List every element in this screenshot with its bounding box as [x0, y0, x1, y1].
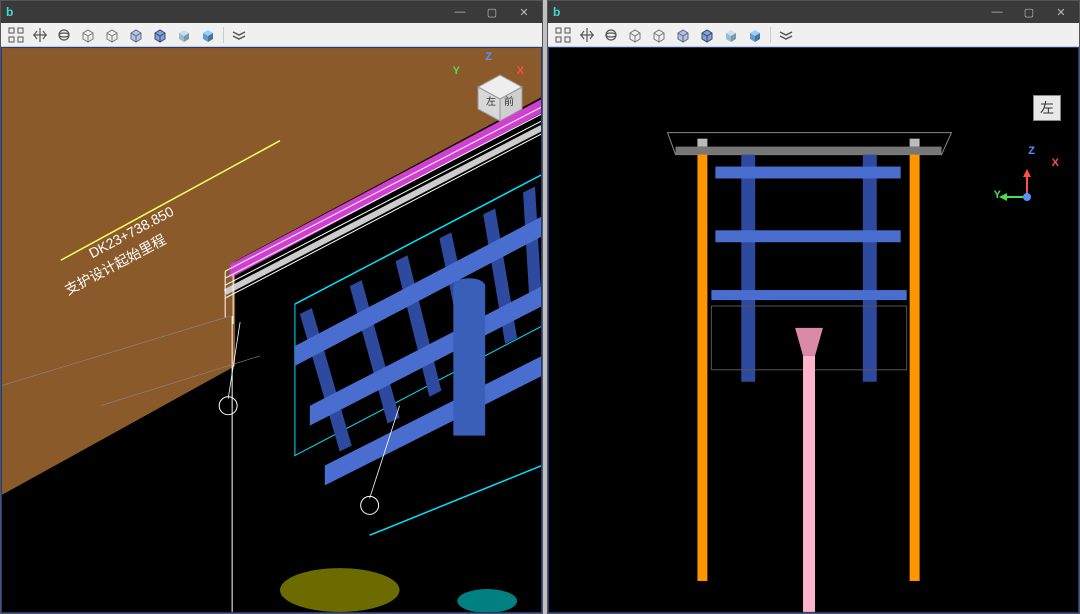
viewport-left[interactable]: 支护设计起始里程 DK23+738.850 左 前 Z Y X — [1, 47, 542, 613]
shade-cube-icon[interactable] — [674, 26, 692, 44]
axis-z: Z — [1028, 145, 1035, 157]
shade-cube2-icon[interactable] — [151, 26, 169, 44]
orbit-icon[interactable] — [55, 26, 73, 44]
orbit-icon[interactable] — [602, 26, 620, 44]
solid-cube-icon[interactable] — [722, 26, 740, 44]
solid-cube-blue-icon[interactable] — [199, 26, 217, 44]
titlebar-right: b — ▢ ✕ — [548, 1, 1079, 23]
pan-icon[interactable] — [31, 26, 49, 44]
wire-cube2-icon[interactable] — [103, 26, 121, 44]
grid-icon[interactable] — [554, 26, 572, 44]
close-button[interactable]: ✕ — [510, 3, 538, 21]
more-icon[interactable] — [777, 26, 795, 44]
viewport-right[interactable]: 左 Z Y X — [548, 47, 1079, 613]
minimize-button[interactable]: — — [983, 3, 1011, 21]
viewcube-left-face: 左 — [486, 95, 496, 108]
maximize-button[interactable]: ▢ — [478, 3, 506, 21]
solid-cube-blue-icon[interactable] — [746, 26, 764, 44]
axis-z: Z — [485, 51, 492, 63]
wire-cube-icon[interactable] — [79, 26, 97, 44]
svg-text:b: b — [553, 5, 560, 19]
pan-icon[interactable] — [578, 26, 596, 44]
axis-y: Y — [994, 189, 1001, 201]
shade-cube2-icon[interactable] — [698, 26, 716, 44]
wire-cube-icon[interactable] — [626, 26, 644, 44]
grid-icon[interactable] — [7, 26, 25, 44]
axis-triad-right — [997, 167, 1057, 232]
svg-text:b: b — [6, 5, 13, 19]
viewcube-left[interactable]: 左 前 — [472, 69, 520, 117]
maximize-button[interactable]: ▢ — [1015, 3, 1043, 21]
minimize-button[interactable]: — — [446, 3, 474, 21]
right-window: b — ▢ ✕ — [547, 0, 1080, 614]
titlebar-left: b — ▢ ✕ — [1, 1, 542, 23]
axis-x: X — [517, 65, 524, 77]
view-orientation-tag[interactable]: 左 — [1033, 95, 1061, 121]
ortho-scene — [548, 47, 1079, 613]
iso-scene — [1, 47, 542, 613]
app-icon: b — [5, 5, 19, 19]
toolbar-left — [1, 23, 542, 47]
toolbar-right — [548, 23, 1079, 47]
axis-x: X — [1052, 157, 1059, 169]
solid-cube-icon[interactable] — [175, 26, 193, 44]
app-icon: b — [552, 5, 566, 19]
cad-ortho-drawing — [548, 47, 1079, 613]
wire-cube2-icon[interactable] — [650, 26, 668, 44]
close-button[interactable]: ✕ — [1047, 3, 1075, 21]
axis-y: Y — [453, 65, 460, 77]
shade-cube-icon[interactable] — [127, 26, 145, 44]
more-icon[interactable] — [230, 26, 248, 44]
cad-iso-drawing — [1, 47, 542, 613]
viewcube-front-face: 前 — [504, 95, 514, 108]
left-window: b — ▢ ✕ — [0, 0, 543, 614]
